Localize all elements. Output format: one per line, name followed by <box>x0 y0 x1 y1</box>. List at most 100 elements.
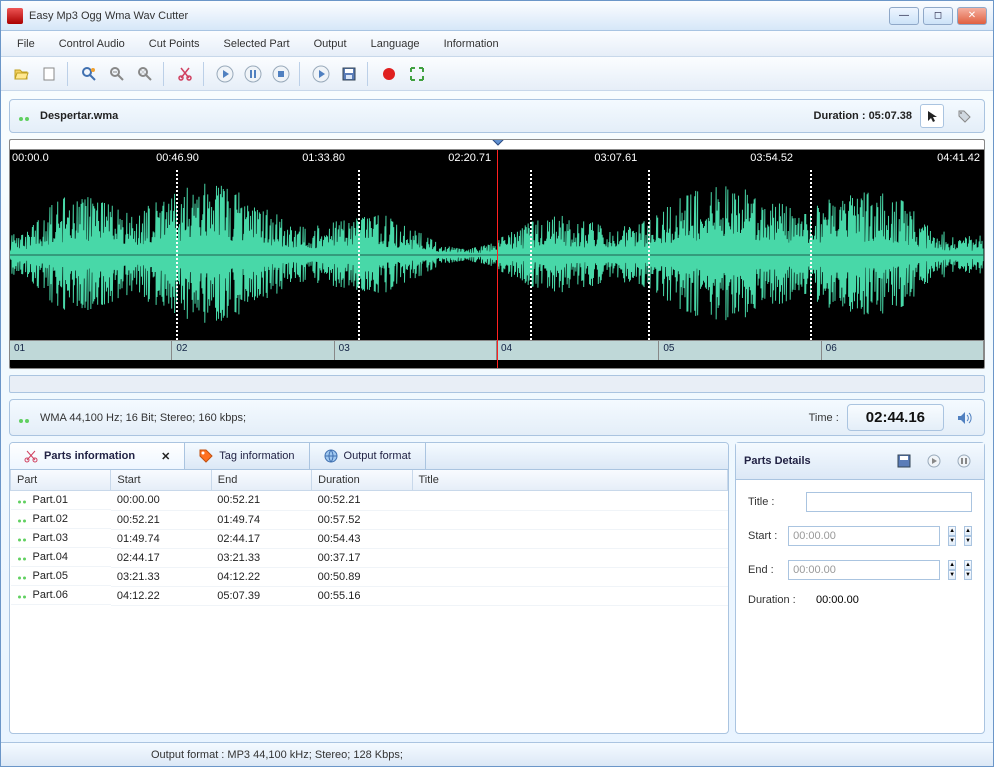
end-field: End : ▲▼ ▲▼ <box>748 560 972 580</box>
playhead[interactable] <box>497 150 498 369</box>
time-mark: 03:07.61 <box>594 152 637 164</box>
menu-selected-part[interactable]: Selected Part <box>214 34 300 54</box>
open-button[interactable] <box>9 62 33 86</box>
waveform-panel[interactable]: 00:00.0 00:46.90 01:33.80 02:20.71 03:07… <box>9 139 985 369</box>
part-label[interactable]: 01 <box>10 341 172 360</box>
tab-label: Output format <box>344 450 411 462</box>
tab-label: Parts information <box>44 450 135 462</box>
close-button[interactable]: ✕ <box>957 7 987 25</box>
title-input[interactable] <box>806 492 972 512</box>
toolbar <box>1 57 993 91</box>
cut-button[interactable] <box>173 62 197 86</box>
menu-output[interactable]: Output <box>304 34 357 54</box>
part-label[interactable]: 02 <box>172 341 334 360</box>
col-end[interactable]: End <box>211 470 311 491</box>
info-bar: WMA 44,100 Hz; 16 Bit; Stereo; 160 kbps;… <box>9 399 985 436</box>
details-title: Parts Details <box>744 455 886 467</box>
table-row[interactable]: Part.0301:49.7402:44.1700:54.43 <box>11 529 728 548</box>
table-row[interactable]: Part.0503:21.3304:12.2200:50.89 <box>11 567 728 586</box>
tab-close-button[interactable]: ✕ <box>161 450 170 463</box>
duration-label: Duration : 05:07.38 <box>814 110 912 122</box>
cut-marker[interactable] <box>530 170 532 340</box>
cut-marker[interactable] <box>176 170 178 340</box>
cut-marker[interactable] <box>810 170 812 340</box>
tab-tag-information[interactable]: Tag information <box>185 443 309 469</box>
tab-parts-information[interactable]: Parts information ✕ <box>10 443 185 469</box>
end-spinner[interactable]: ▲▼ <box>948 560 956 580</box>
globe-icon <box>324 449 338 463</box>
cut-marker[interactable] <box>648 170 650 340</box>
statusbar: Output format : MP3 44,100 kHz; Stereo; … <box>1 742 993 766</box>
col-title[interactable]: Title <box>412 470 728 491</box>
play-part-button[interactable] <box>309 62 333 86</box>
start-input[interactable] <box>788 526 940 546</box>
col-start[interactable]: Start <box>111 470 211 491</box>
zoom-button[interactable] <box>77 62 101 86</box>
parts-details-panel: Parts Details Title : Start : ▲▼ ▲▼ <box>735 442 985 734</box>
tag-icon <box>199 449 213 463</box>
menu-control-audio[interactable]: Control Audio <box>49 34 135 54</box>
title-field: Title : <box>748 492 972 512</box>
tag-tool-button[interactable] <box>952 104 976 128</box>
new-button[interactable] <box>37 62 61 86</box>
play-detail-button[interactable] <box>922 449 946 473</box>
content-area: Despertar.wma Duration : 05:07.38 00:00.… <box>1 91 993 742</box>
duration-field: Duration : 00:00.00 <box>748 594 972 606</box>
save-button[interactable] <box>337 62 361 86</box>
expand-button[interactable] <box>405 62 429 86</box>
tab-label: Tag information <box>219 450 294 462</box>
title-label: Title : <box>748 496 798 508</box>
table-row[interactable]: Part.0200:52.2101:49.7400:57.52 <box>11 510 728 529</box>
part-label[interactable]: 03 <box>335 341 497 360</box>
stop-button[interactable] <box>269 62 293 86</box>
time-mark: 03:54.52 <box>750 152 793 164</box>
minimize-button[interactable]: — <box>889 7 919 25</box>
col-duration[interactable]: Duration <box>312 470 412 491</box>
cursor-tool-button[interactable] <box>920 104 944 128</box>
time-mark: 00:00.0 <box>12 152 49 164</box>
zoom-out-button[interactable] <box>105 62 129 86</box>
bottom-panels: Parts information ✕ Tag information Outp… <box>9 442 985 734</box>
horizontal-scrollbar[interactable] <box>9 375 985 393</box>
part-label[interactable]: 04 <box>497 341 659 360</box>
part-label[interactable]: 05 <box>659 341 821 360</box>
record-button[interactable] <box>377 62 401 86</box>
maximize-button[interactable]: ◻ <box>923 7 953 25</box>
table-row[interactable]: Part.0604:12.2205:07.3900:55.16 <box>11 586 728 605</box>
audio-format-info: WMA 44,100 Hz; 16 Bit; Stereo; 160 kbps; <box>40 412 801 424</box>
table-row[interactable]: Part.0100:00.0000:52.2100:52.21 <box>11 491 728 511</box>
waveform-canvas[interactable] <box>10 170 984 340</box>
play-button[interactable] <box>213 62 237 86</box>
menu-information[interactable]: Information <box>434 34 509 54</box>
volume-button[interactable] <box>952 406 976 430</box>
app-icon <box>7 8 23 24</box>
playhead-handle-icon[interactable] <box>491 139 505 146</box>
menu-file[interactable]: File <box>7 34 45 54</box>
status-text: Output format : MP3 44,100 kHz; Stereo; … <box>151 749 403 761</box>
menu-cut-points[interactable]: Cut Points <box>139 34 210 54</box>
col-part[interactable]: Part <box>11 470 111 491</box>
save-detail-button[interactable] <box>892 449 916 473</box>
cut-marker[interactable] <box>358 170 360 340</box>
end-spinner-2[interactable]: ▲▼ <box>964 560 972 580</box>
tabstrip: Parts information ✕ Tag information Outp… <box>10 443 728 470</box>
end-input[interactable] <box>788 560 940 580</box>
start-spinner-2[interactable]: ▲▼ <box>964 526 972 546</box>
start-spinner[interactable]: ▲▼ <box>948 526 956 546</box>
time-mark: 02:20.71 <box>448 152 491 164</box>
parts-table: Part Start End Duration Title Part.0100:… <box>10 470 728 733</box>
zoom-fit-button[interactable] <box>133 62 157 86</box>
part-label[interactable]: 06 <box>822 341 984 360</box>
music-note-icon <box>18 411 32 425</box>
pause-detail-button[interactable] <box>952 449 976 473</box>
pause-button[interactable] <box>241 62 265 86</box>
filename: Despertar.wma <box>40 110 806 122</box>
duration-value: 00:00.00 <box>816 594 859 606</box>
titlebar: Easy Mp3 Ogg Wma Wav Cutter — ◻ ✕ <box>1 1 993 31</box>
menu-language[interactable]: Language <box>361 34 430 54</box>
duration-label: Duration : <box>748 594 808 606</box>
current-time: 02:44.16 <box>866 409 925 426</box>
table-row[interactable]: Part.0402:44.1703:21.3300:37.17 <box>11 548 728 567</box>
time-mark: 01:33.80 <box>302 152 345 164</box>
tab-output-format[interactable]: Output format <box>310 443 426 469</box>
